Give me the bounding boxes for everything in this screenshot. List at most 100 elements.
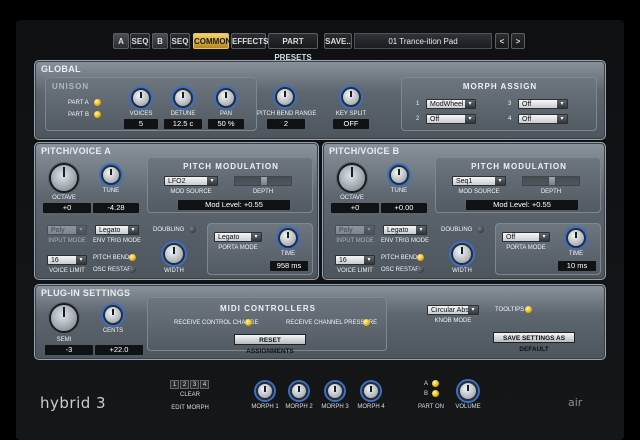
morph-4-label: MORPH 4	[357, 404, 385, 410]
osc-restart-a-led[interactable]	[129, 266, 136, 273]
preset-name-display[interactable]: 01 Trance-ition Pad	[354, 33, 492, 49]
mod-source-a-label: MOD SOURCE	[170, 189, 212, 195]
pitch-mod-b-section: PITCH MODULATION Seq1 ▾ MOD SOURCE DEPTH …	[435, 157, 601, 213]
input-mode-b-dropdown[interactable]: Poly ▾	[335, 225, 375, 235]
save-settings-default-button[interactable]: SAVE SETTINGS AS DEFAULT	[493, 332, 575, 353]
tune-b-knob[interactable]	[389, 165, 409, 185]
pitch-mod-a-section: PITCH MODULATION LFO2 ▾ MOD SOURCE DEPTH …	[147, 157, 313, 213]
seq-a-tab[interactable]: SEQ	[130, 33, 150, 49]
part-on-a-led[interactable]	[432, 380, 439, 387]
cents-value: +22.0	[95, 345, 143, 355]
voice-limit-a-label: VOICE LIMIT	[49, 268, 85, 274]
cents-knob[interactable]	[103, 305, 123, 325]
pitch-bend-b-led[interactable]	[417, 254, 424, 261]
effects-tab[interactable]: EFFECTS	[231, 33, 268, 49]
env-trig-a-dropdown[interactable]: Legato ▾	[95, 225, 139, 235]
next-preset-button[interactable]: >	[511, 33, 525, 49]
doubling-a-led[interactable]	[189, 226, 196, 233]
key-split-knob[interactable]	[341, 87, 361, 107]
doubling-b-led[interactable]	[477, 226, 484, 233]
detune-value: 12.5 c	[164, 119, 202, 129]
seq-b-tab[interactable]: SEQ	[170, 33, 190, 49]
knob-mode-dropdown[interactable]: Circular Abs ▾	[427, 305, 479, 315]
volume-knob[interactable]	[458, 381, 478, 401]
voices-value: 5	[124, 119, 158, 129]
part-presets-button[interactable]: PART PRESETS	[268, 33, 318, 62]
midi-controllers-title: MIDI CONTROLLERS	[220, 304, 316, 313]
porta-time-b-knob[interactable]	[566, 228, 586, 248]
unison-part-b-led[interactable]	[94, 111, 101, 118]
morph-3-knob[interactable]	[326, 382, 344, 400]
clear-morph-button[interactable]: CLEAR	[170, 392, 210, 398]
part-a-tab[interactable]: A	[113, 33, 129, 49]
prev-preset-button[interactable]: <	[495, 33, 509, 49]
octave-b-value: +0	[331, 203, 379, 213]
voice-limit-a-dropdown[interactable]: 16 ▾	[47, 255, 87, 265]
morph-assign-num-1: 1	[416, 101, 420, 107]
mod-source-b-label: MOD SOURCE	[458, 189, 500, 195]
mod-source-b-dropdown[interactable]: Seq1 ▾	[452, 176, 506, 186]
pitch-bend-a-led[interactable]	[129, 254, 136, 261]
octave-a-knob[interactable]	[49, 163, 79, 193]
pitch-bend-b-label: PITCH BEND	[381, 255, 418, 261]
env-trig-b-dropdown[interactable]: Legato ▾	[383, 225, 427, 235]
tooltips-led[interactable]	[525, 306, 532, 313]
pitch-bend-range-value: 2	[267, 119, 305, 129]
morph-assign-4-dropdown[interactable]: Off ▾	[518, 114, 568, 124]
mod-source-a-dropdown[interactable]: LFO2 ▾	[164, 176, 218, 186]
porta-mode-a-dropdown[interactable]: Legato ▾	[214, 232, 262, 242]
pitch-bend-a-label: PITCH BEND	[93, 255, 130, 261]
part-on-b-led[interactable]	[432, 390, 439, 397]
reset-assignments-button[interactable]: RESET ASSIGNMENTS	[234, 334, 306, 355]
key-split-value: OFF	[333, 119, 369, 129]
receive-pressure-led[interactable]	[363, 319, 370, 326]
pitch-bend-range-label: PITCH BEND RANGE	[257, 111, 317, 117]
morph-edit-4[interactable]: 4	[200, 380, 209, 389]
porta-mode-b-dropdown[interactable]: Off ▾	[502, 232, 550, 242]
input-mode-a-label: INPUT MODE	[48, 238, 86, 244]
morph-2-knob[interactable]	[290, 382, 308, 400]
save-button[interactable]: SAVE..	[324, 33, 352, 49]
input-mode-b-label: INPUT MODE	[336, 238, 374, 244]
porta-time-a-knob[interactable]	[278, 228, 298, 248]
doubling-a-label: DOUBLING	[153, 227, 185, 233]
tune-a-knob[interactable]	[101, 165, 121, 185]
width-a-knob[interactable]	[163, 243, 185, 265]
morph-assign-3-dropdown[interactable]: Off ▾	[518, 99, 568, 109]
pan-knob[interactable]	[216, 88, 236, 108]
porta-a-section: Legato ▾ PORTA MODE TIME 958 ms	[207, 223, 313, 275]
octave-b-label: OCTAVE	[340, 195, 364, 201]
semi-knob[interactable]	[49, 303, 79, 333]
part-b-tab[interactable]: B	[152, 33, 168, 49]
detune-knob[interactable]	[173, 88, 193, 108]
morph-edit-1[interactable]: 1	[170, 380, 179, 389]
pitch-bend-range-knob[interactable]	[275, 87, 295, 107]
receive-cc-led[interactable]	[245, 319, 252, 326]
top-bar: A SEQ B SEQ COMMON EFFECTS PART PRESETS …	[0, 33, 640, 62]
midi-controllers-section: MIDI CONTROLLERS RECEIVE CONTROL CHANGE …	[147, 297, 387, 355]
osc-restart-b-led[interactable]	[417, 266, 424, 273]
knob-mode-label: KNOB MODE	[434, 318, 472, 324]
morph-4-knob[interactable]	[362, 382, 380, 400]
width-a-label: WIDTH	[164, 268, 184, 274]
porta-time-b-label: TIME	[568, 251, 584, 257]
tooltips-label: TOOLTIPS	[495, 307, 525, 313]
depth-b-slider[interactable]	[522, 176, 580, 186]
pitch-voice-b-panel: PITCH/VOICE B OCTAVE +0 TUNE +0.00 PITCH…	[322, 142, 606, 280]
global-panel: GLOBAL UNISON PART A PART B VOICES 5 DET…	[34, 60, 606, 140]
voice-limit-b-dropdown[interactable]: 16 ▾	[335, 255, 375, 265]
width-b-knob[interactable]	[451, 243, 473, 265]
octave-b-knob[interactable]	[337, 163, 367, 193]
morph-assign-2-dropdown[interactable]: Off ▾	[426, 114, 476, 124]
depth-a-slider[interactable]	[234, 176, 292, 186]
morph-edit-2[interactable]: 2	[180, 380, 189, 389]
common-tab[interactable]: COMMON	[193, 33, 231, 49]
unison-part-a-led[interactable]	[94, 99, 101, 106]
morph-assign-1-dropdown[interactable]: ModWheel ▾	[426, 99, 476, 109]
cents-label: CENTS	[102, 328, 124, 334]
semi-value: -3	[45, 345, 93, 355]
input-mode-a-dropdown[interactable]: Poly ▾	[47, 225, 87, 235]
morph-1-knob[interactable]	[256, 382, 274, 400]
voices-knob[interactable]	[131, 88, 151, 108]
morph-edit-3[interactable]: 3	[190, 380, 199, 389]
